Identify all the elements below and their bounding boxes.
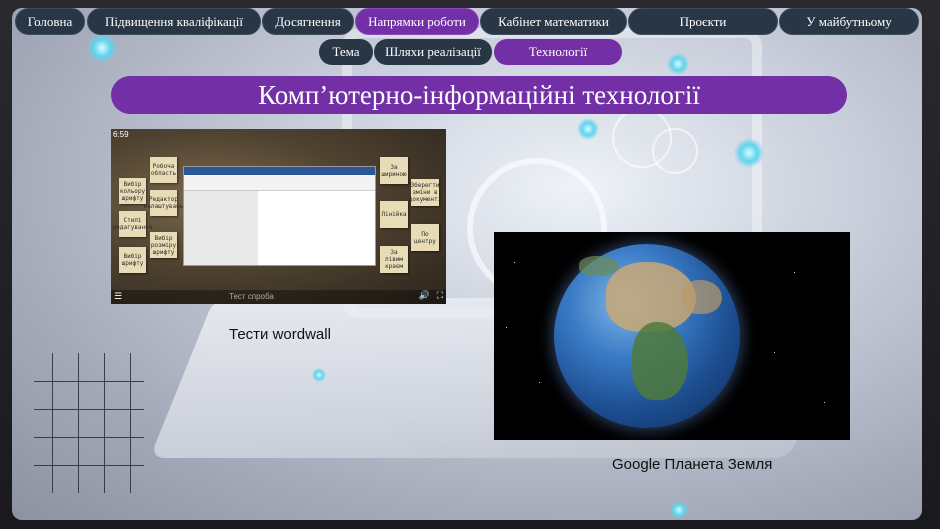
nav-tab-math-cabinet[interactable]: Кабінет математики: [480, 8, 627, 35]
sticky-note: За шириною: [380, 157, 408, 184]
video-time: 6:59: [113, 130, 129, 139]
sticky-note: Робоча область: [150, 157, 177, 183]
volume-icon[interactable]: 🔊: [419, 291, 430, 301]
google-earth-image[interactable]: [494, 232, 850, 440]
wordwall-video[interactable]: 6:59 Робоча область Вибір кольору шрифту…: [111, 129, 446, 304]
sticky-note: Редактор налаштувань: [144, 190, 183, 216]
glow-dot: [87, 33, 117, 63]
glow-dot: [312, 368, 326, 382]
google-earth-caption: Google Планета Земля: [612, 456, 773, 473]
tech-ring-decoration: [652, 128, 698, 174]
fullscreen-icon[interactable]: ⛶: [437, 291, 443, 301]
menu-icon[interactable]: ☰: [114, 292, 122, 302]
presentation-stage: Головна Підвищення кваліфікації Досягнен…: [0, 0, 940, 529]
page-title: Комп’ютерно-інформаційні технології: [111, 76, 847, 114]
earth-land: [682, 280, 722, 314]
glow-dot: [667, 53, 689, 75]
sticky-note: Вибір розміру шрифту: [150, 232, 177, 258]
nav-tab-work-directions[interactable]: Напрямки роботи: [355, 8, 479, 35]
glow-dot: [670, 501, 688, 519]
sticky-note: Стилі редагування: [113, 211, 152, 237]
sticky-note: По центру: [411, 224, 439, 251]
subtab-theme[interactable]: Тема: [319, 39, 373, 65]
nav-tab-home[interactable]: Головна: [15, 8, 85, 35]
word-side-panel: [184, 191, 258, 265]
grid-decoration: [34, 353, 144, 493]
earth-land: [632, 322, 688, 400]
subtab-technologies[interactable]: Технології: [494, 39, 622, 65]
nav-tab-achievements[interactable]: Досягнення: [262, 8, 354, 35]
nav-tab-projects[interactable]: Проєкти: [628, 8, 778, 35]
glow-dot: [734, 138, 764, 168]
word-document-window: [183, 166, 376, 266]
sticky-note: Лінійка: [380, 201, 408, 228]
earth-globe: [554, 244, 740, 428]
nav-tab-future[interactable]: У майбутньому: [779, 8, 919, 35]
glow-dot: [577, 118, 599, 140]
sticky-note: Вибір кольору шрифту: [119, 178, 146, 204]
word-ribbon: [184, 167, 375, 175]
sticky-note: Вибір шрифту: [119, 247, 146, 273]
video-control-bar: ☰ Тест спроба 🔊 ⛶: [111, 290, 446, 304]
wordwall-caption: Тести wordwall: [229, 326, 331, 343]
earth-land: [579, 256, 619, 276]
sticky-note: Зберегти зміни в документі: [409, 179, 441, 206]
sticky-note: За лівим краєм: [380, 246, 408, 273]
subtab-ways[interactable]: Шляхи реалізації: [374, 39, 492, 65]
word-toolbar: [184, 175, 375, 191]
nav-tab-qualification[interactable]: Підвищення кваліфікації: [87, 8, 261, 35]
video-bottom-label: Тест спроба: [229, 292, 274, 301]
